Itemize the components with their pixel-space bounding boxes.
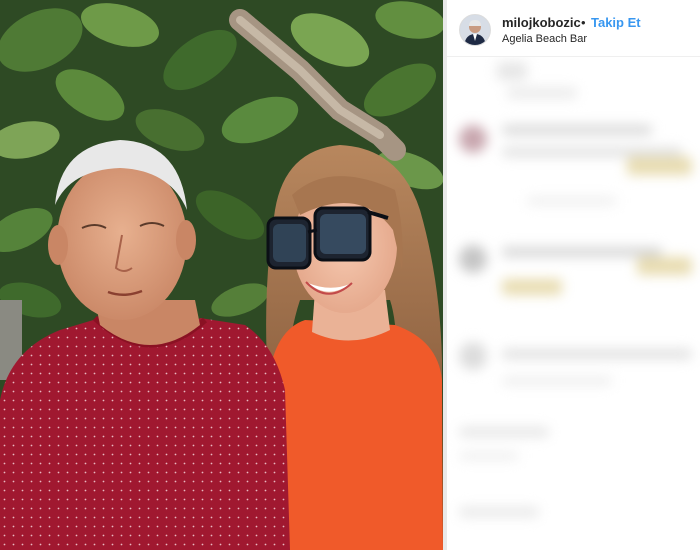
blurred-content bbox=[447, 57, 700, 550]
comments-area-blurred bbox=[447, 57, 700, 550]
post-photo[interactable] bbox=[0, 0, 443, 550]
location-link[interactable]: Agelia Beach Bar bbox=[502, 33, 587, 45]
post-header: milojkobozic • Takip Et Agelia Beach Bar bbox=[447, 0, 700, 57]
post-side-panel: milojkobozic • Takip Et Agelia Beach Bar bbox=[447, 0, 700, 550]
username-link[interactable]: milojkobozic bbox=[502, 15, 581, 30]
woman-figure bbox=[266, 145, 443, 550]
follow-button[interactable]: Takip Et bbox=[591, 15, 641, 30]
profile-avatar[interactable] bbox=[459, 14, 491, 46]
separator-dot: • bbox=[581, 15, 586, 30]
